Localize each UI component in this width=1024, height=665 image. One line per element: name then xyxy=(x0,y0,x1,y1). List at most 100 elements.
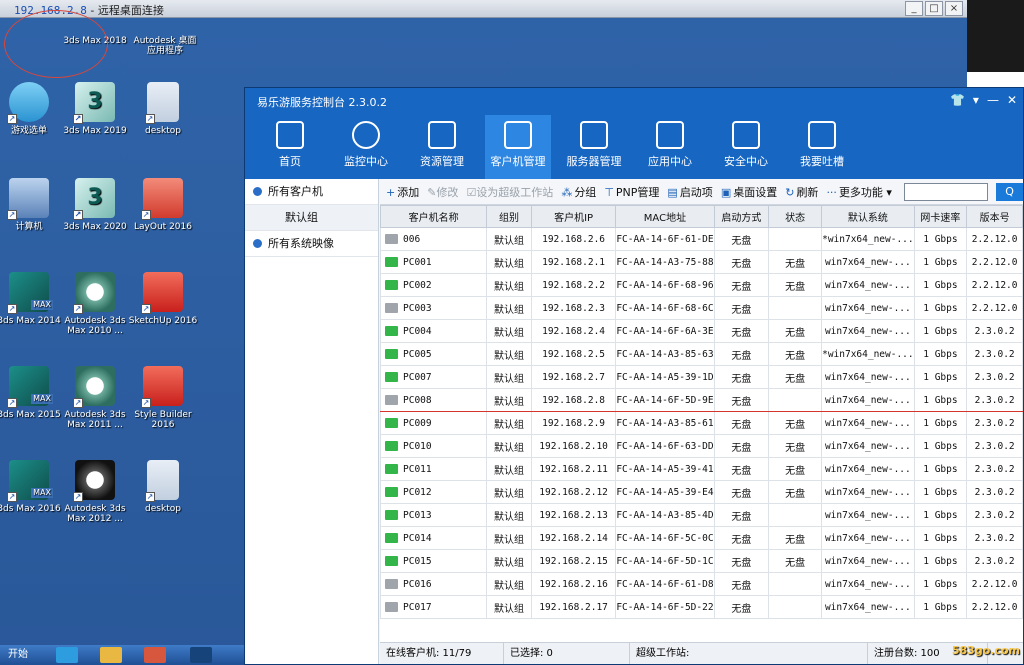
table-row[interactable]: PC016 默认组 192.168.2.16 FC-AA-14-6F-61-D8 无盘 w… xyxy=(379,572,1023,596)
rdp-close-button[interactable]: × xyxy=(945,1,963,16)
cell-status xyxy=(768,296,823,320)
nav-monitor[interactable]: 客户机管理 xyxy=(485,115,551,179)
search-input[interactable] xyxy=(903,182,989,201)
table-row[interactable]: PC005 默认组 192.168.2.5 FC-AA-14-A3-85-63 无盘 无盘… xyxy=(379,342,1023,366)
column-header[interactable]: 启动方式 xyxy=(713,205,770,228)
sidebar-item-all-images[interactable]: 所有系统映像 xyxy=(245,231,378,257)
nav-eye[interactable]: 监控中心 xyxy=(333,115,399,179)
table-row[interactable]: PC004 默认组 192.168.2.4 FC-AA-14-6F-6A-3E 无盘 无盘… xyxy=(379,319,1023,343)
cell-speed: 1 Gbps xyxy=(913,273,968,297)
rdp-maximize-button[interactable]: □ xyxy=(925,1,943,16)
table-row[interactable]: PC011 默认组 192.168.2.11 FC-AA-14-A5-39-41 无盘无… xyxy=(379,457,1023,481)
desktop-shortcut[interactable]: ↗ 3ds Max 2016 xyxy=(0,460,64,514)
media-icon[interactable] xyxy=(144,647,166,663)
nav-shield[interactable]: 安全中心 xyxy=(713,115,779,179)
search-button[interactable]: Q xyxy=(996,182,1023,201)
desktop-shortcut[interactable]: ↗Autodesk 桌面应用程序 xyxy=(130,18,200,56)
cell-ver: 2.2.12.0 xyxy=(966,273,1023,297)
sidebar-item-label: 所有系统映像 xyxy=(268,236,334,250)
nav-label: 我要吐槽 xyxy=(800,155,844,168)
group-button[interactable]: ⁂ 分组 xyxy=(561,184,596,200)
cell-os: win7x64_new-... xyxy=(821,411,915,435)
table-row[interactable]: PC014 默认组 192.168.2.14 FC-AA-14-6F-5C-0C 无盘无… xyxy=(379,526,1023,550)
desktop-shortcut[interactable]: ↗ Style Builder 2016 xyxy=(128,366,198,430)
desktop-shortcut[interactable]: ↗ 3ds Max 2014 xyxy=(0,272,64,326)
boot-items-button[interactable]: ▤ 启动项 xyxy=(667,184,712,200)
minimize-icon[interactable]: — xyxy=(987,93,999,107)
desktop-shortcut[interactable]: ↗ LayOut 2016 xyxy=(128,178,198,232)
cell-ver: 2.3.0.2 xyxy=(966,503,1023,527)
desktop-shortcut[interactable]: ↗ Autodesk 3ds Max 2012 ... xyxy=(60,460,130,524)
desktop-shortcut[interactable]: ↗ 游戏选单 xyxy=(0,82,64,136)
desktop-shortcut-label: Autodesk 3ds Max 2012 ... xyxy=(64,504,126,524)
edit-button[interactable]: ✎修改 xyxy=(427,184,458,200)
cell-os: win7x64_new-... xyxy=(821,273,915,297)
cell-group: 默认组 xyxy=(486,319,532,343)
sidebar-item-default-group[interactable]: 默认组 xyxy=(245,205,378,231)
max-icon: ↗ xyxy=(7,272,53,314)
set-super-workstation-button[interactable]: ☑设为超级工作站 xyxy=(466,184,553,200)
desktop-settings-button[interactable]: ▣ 桌面设置 xyxy=(721,184,777,200)
nav-server[interactable]: 服务器管理 xyxy=(561,115,627,179)
desktop-shortcut-label: 3ds Max 2019 xyxy=(63,126,127,136)
desktop-shortcut[interactable]: ↗ Autodesk 3ds Max 2011 ... xyxy=(60,366,130,430)
table-row[interactable]: PC002 默认组 192.168.2.2 FC-AA-14-6F-68-96 无盘 无盘… xyxy=(379,273,1023,297)
desktop-shortcut[interactable]: ↗ 计算机 xyxy=(0,178,64,232)
nav-gamepad[interactable]: 资源管理 xyxy=(409,115,475,179)
table-row[interactable]: PC009 默认组 192.168.2.9 FC-AA-14-A3-85-61 无盘 无盘… xyxy=(379,411,1023,435)
more-functions-button[interactable]: ··· 更多功能 ▾ xyxy=(826,184,892,200)
column-header[interactable]: 默认系统 xyxy=(821,205,915,228)
sidebar-item-all-clients[interactable]: 所有客户机 xyxy=(245,179,378,205)
desktop-shortcut-label: 3ds Max 2015 xyxy=(0,410,61,420)
cell-status xyxy=(768,572,823,596)
desktop-shortcut[interactable]: ↗ SketchUp 2016 xyxy=(128,272,198,326)
table-row[interactable]: PC017 默认组 192.168.2.17 FC-AA-14-6F-5D-22 无盘 w… xyxy=(379,595,1023,619)
desktop-shortcut[interactable]: 3 ↗ 3ds Max 2019 xyxy=(60,82,130,136)
table-row[interactable]: PC003 默认组 192.168.2.3 FC-AA-14-6F-68-6C 无盘 wi… xyxy=(379,296,1023,320)
cell-status xyxy=(768,595,823,619)
app-taskbar-icon[interactable] xyxy=(190,647,212,663)
rdp-minimize-button[interactable]: _ xyxy=(905,1,923,16)
menu-dropdown-icon[interactable]: ▾ xyxy=(973,93,979,107)
refresh-button[interactable]: ↻ 刷新 xyxy=(785,184,818,200)
close-icon[interactable]: ✕ xyxy=(1007,93,1017,107)
nav-label: 安全中心 xyxy=(724,155,768,168)
desktop-shortcut[interactable]: ↗ 3ds Max 2015 xyxy=(0,366,64,420)
table-row[interactable]: PC001 默认组 192.168.2.1 FC-AA-14-A3-75-88 无盘 无盘… xyxy=(379,250,1023,274)
desktop-shortcut[interactable]: 3 ↗ 3ds Max 2020 xyxy=(60,178,130,232)
more-icon: ··· xyxy=(826,185,837,199)
desktop-shortcut[interactable]: ↗ Autodesk 3ds Max 2010 ... xyxy=(60,272,130,336)
cell-name: PC002 xyxy=(379,273,488,297)
nav-toolbox[interactable]: 应用中心 xyxy=(637,115,703,179)
pnp-button[interactable]: ⊤ PNP管理 xyxy=(604,184,659,200)
column-header[interactable]: 组别 xyxy=(486,205,532,228)
table-row[interactable]: PC012 默认组 192.168.2.12 FC-AA-14-A5-39-E4 无盘无… xyxy=(379,480,1023,504)
table-row[interactable]: PC008 默认组 192.168.2.8 FC-AA-14-6F-5D-9E 无盘 wi… xyxy=(379,388,1023,412)
nav-home[interactable]: 首页 xyxy=(257,115,323,179)
cell-os: win7x64_new-... xyxy=(821,480,915,504)
column-header[interactable]: 状态 xyxy=(768,205,823,228)
column-header[interactable]: 网卡速率 xyxy=(913,205,968,228)
column-header[interactable]: 客户机名称 xyxy=(379,205,488,228)
table-row[interactable]: PC013 默认组 192.168.2.13 FC-AA-14-A3-85-4D 无盘 w… xyxy=(379,503,1023,527)
start-button[interactable]: 开始 xyxy=(2,647,34,663)
desktop-shortcut[interactable]: ↗ desktop xyxy=(128,460,198,514)
toolbox-icon xyxy=(656,121,684,149)
desktop-shortcut[interactable]: ↗ desktop xyxy=(128,82,198,136)
add-button[interactable]: + 添加 xyxy=(386,184,419,200)
table-row[interactable]: PC007 默认组 192.168.2.7 FC-AA-14-A5-39-1D 无盘 无盘… xyxy=(379,365,1023,389)
column-header[interactable]: 版本号 xyxy=(966,205,1023,228)
shirt-icon[interactable]: 👕 xyxy=(950,93,965,107)
folder-icon[interactable] xyxy=(100,647,122,663)
column-header[interactable]: MAC地址 xyxy=(615,205,715,228)
nav-chat[interactable]: 我要吐槽 xyxy=(789,115,855,179)
ie-icon[interactable] xyxy=(56,647,78,663)
cell-speed: 1 Gbps xyxy=(913,296,968,320)
table-row[interactable]: 006 默认组 192.168.2.6 FC-AA-14-6F-61-DE 无盘 *win… xyxy=(379,227,1023,251)
table-row[interactable]: PC015 默认组 192.168.2.15 FC-AA-14-6F-5D-1C 无盘无… xyxy=(379,549,1023,573)
column-header[interactable]: 客户机IP xyxy=(530,205,617,228)
app-window-controls: 👕 ▾ — ✕ xyxy=(950,93,1017,107)
taskbar: 开始 xyxy=(0,645,244,665)
table-row[interactable]: PC010 默认组 192.168.2.10 FC-AA-14-6F-63-DD 无盘无… xyxy=(379,434,1023,458)
client-table: 客户机名称 组别 客户机IP MAC地址 启动方式 状态 默认系统 网卡速率 版本号 006 默认… xyxy=(379,205,1023,619)
